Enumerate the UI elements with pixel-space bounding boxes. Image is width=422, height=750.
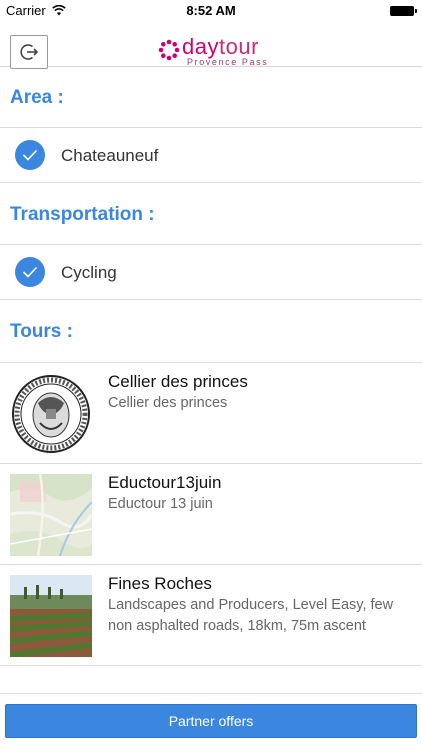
tour-description: Cellier des princes bbox=[108, 395, 228, 411]
tour-title: Cellier des princes bbox=[108, 372, 248, 391]
tour-description: Eductour 13 juin bbox=[108, 496, 213, 512]
daytour-logo: daytour Provence Pass bbox=[158, 34, 288, 70]
flower-icon bbox=[158, 39, 180, 61]
partner-offers-button[interactable]: Partner offers bbox=[5, 704, 417, 738]
status-time: 8:52 AM bbox=[186, 3, 236, 18]
status-bar: Carrier 8:52 AM bbox=[0, 0, 422, 22]
tour-title: Eductour13juin bbox=[108, 473, 222, 492]
area-option[interactable]: Chateauneuf bbox=[0, 128, 422, 183]
map-image bbox=[10, 474, 92, 556]
tour-item[interactable]: Cellier des princes Cellier des princes bbox=[0, 363, 422, 464]
divider bbox=[0, 693, 422, 694]
checkmark-icon bbox=[15, 140, 45, 170]
logo-tour: tour bbox=[218, 34, 259, 59]
nav-bar: daytour Provence Pass bbox=[0, 22, 422, 70]
tours-title: Tours : bbox=[10, 321, 73, 342]
seal-image bbox=[10, 373, 92, 455]
area-header: Area : bbox=[0, 67, 422, 128]
vineyard-image bbox=[10, 575, 92, 657]
tour-title: Fines Roches bbox=[108, 574, 212, 593]
logo-subtitle: Provence Pass bbox=[187, 57, 269, 67]
checkmark-icon bbox=[15, 257, 45, 287]
area-title: Area : bbox=[10, 87, 64, 108]
transportation-title: Transportation : bbox=[10, 204, 155, 225]
transportation-option-label: Cycling bbox=[61, 263, 117, 282]
tour-item[interactable]: Fines Roches Landscapes and Producers, L… bbox=[0, 565, 422, 666]
battery-icon bbox=[390, 6, 417, 16]
logout-button[interactable] bbox=[10, 35, 48, 69]
tour-description: Landscapes and Producers, Level Easy, fe… bbox=[108, 597, 394, 634]
tours-header: Tours : bbox=[0, 300, 422, 363]
logout-icon bbox=[20, 44, 39, 60]
tour-item[interactable]: Eductour13juin Eductour 13 juin bbox=[0, 464, 422, 565]
transportation-header: Transportation : bbox=[0, 183, 422, 245]
transportation-option[interactable]: Cycling bbox=[0, 245, 422, 300]
area-option-label: Chateauneuf bbox=[61, 146, 159, 165]
logo-day: day bbox=[182, 34, 219, 59]
